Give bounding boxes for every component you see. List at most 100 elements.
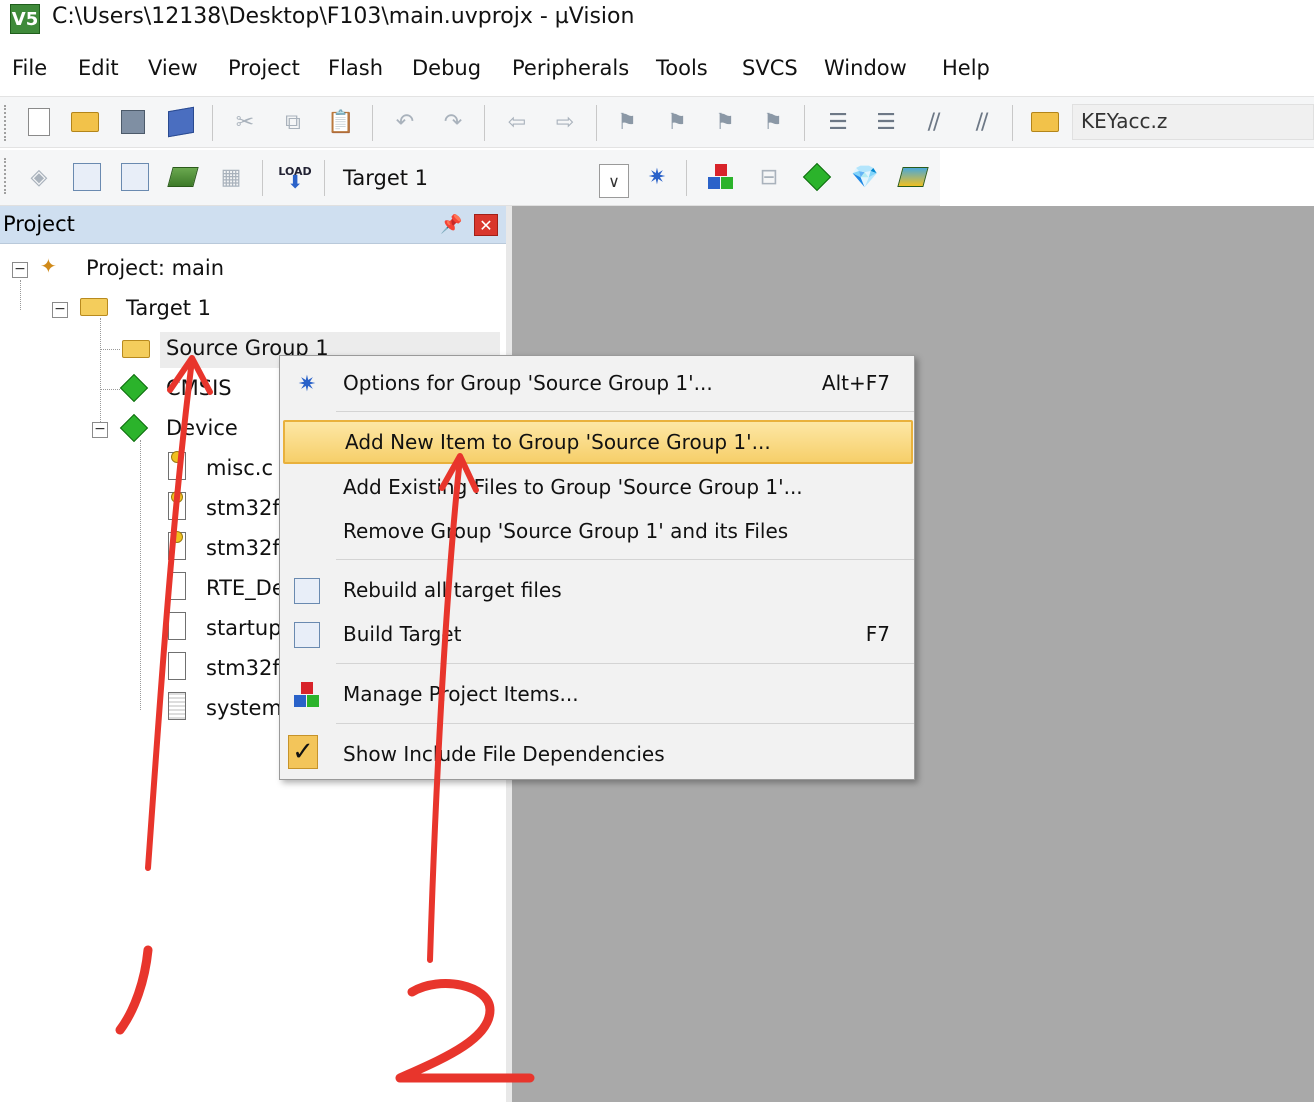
tree-node-file[interactable]: RTE_De <box>206 576 285 600</box>
menu-debug[interactable]: Debug <box>412 52 481 84</box>
batch-build-icon <box>167 167 199 187</box>
menu-window[interactable]: Window <box>824 52 907 84</box>
menu-project[interactable]: Project <box>228 52 300 84</box>
source-file-icon <box>168 491 186 520</box>
save-button[interactable] <box>116 105 150 139</box>
menu-item-shortcut: Alt+F7 <box>821 371 890 395</box>
menu-view[interactable]: View <box>148 52 198 84</box>
bookmark-toggle-button[interactable]: ⚑ <box>610 105 644 139</box>
save-all-button[interactable] <box>164 105 198 139</box>
menu-item-build-target[interactable]: Build Target F7 <box>280 615 914 655</box>
new-file-icon <box>28 108 50 136</box>
build-button[interactable] <box>70 160 104 194</box>
tree-collapse-toggle[interactable]: − <box>52 302 68 318</box>
rebuild-icon <box>121 163 149 191</box>
menu-help[interactable]: Help <box>942 52 990 84</box>
tree-node-device[interactable]: Device <box>166 416 238 440</box>
download-arrow-icon: ⬇ <box>287 172 303 193</box>
uncomment-button[interactable]: // <box>964 105 998 139</box>
menu-tools[interactable]: Tools <box>656 52 708 84</box>
tree-node-file[interactable]: system <box>206 696 282 720</box>
menu-item-add-existing-files[interactable]: Add Existing Files to Group 'Source Grou… <box>280 468 914 508</box>
toolbar-grip[interactable] <box>4 105 8 141</box>
indent-button[interactable]: ☰ <box>820 105 854 139</box>
rebuild-button[interactable] <box>118 160 152 194</box>
target-options-button[interactable]: ✷ <box>640 160 674 194</box>
bookmark-previous-button[interactable]: ⚑ <box>660 105 694 139</box>
stop-build-button[interactable]: ▦ <box>214 160 248 194</box>
tree-node-cmsis[interactable]: CMSIS <box>166 376 232 400</box>
comment-button[interactable]: // <box>916 105 950 139</box>
build-icon <box>73 163 101 191</box>
menu-flash[interactable]: Flash <box>328 52 383 84</box>
source-file-icon <box>168 531 186 560</box>
batch-build-button[interactable] <box>166 160 200 194</box>
tree-node-file[interactable]: stm32f <box>206 536 280 560</box>
asm-file-icon <box>168 612 186 640</box>
tree-node-file[interactable]: misc.c <box>206 456 273 480</box>
toolbar-separator <box>372 105 373 141</box>
copy-icon: ⧉ <box>285 109 301 135</box>
tree-node-file[interactable]: stm32f <box>206 496 280 520</box>
select-packs-button[interactable]: ⊟ <box>752 160 786 194</box>
find-in-files-button[interactable] <box>1028 105 1062 139</box>
menu-item-remove-group[interactable]: Remove Group 'Source Group 1' and its Fi… <box>280 512 914 552</box>
translate-icon: ◈ <box>30 164 48 190</box>
menu-edit[interactable]: Edit <box>78 52 119 84</box>
tree-node-target[interactable]: Target 1 <box>126 296 211 320</box>
target-select-dropdown[interactable]: ∨ <box>599 164 629 198</box>
toolbar-grip[interactable] <box>4 158 8 194</box>
tree-collapse-toggle[interactable]: − <box>92 422 108 438</box>
tree-node-file[interactable]: stm32f <box>206 656 280 680</box>
uncomment-icon: // <box>975 109 989 135</box>
pin-icon[interactable]: 📌 <box>440 214 462 235</box>
target-folder-icon <box>80 298 108 316</box>
copy-button[interactable]: ⧉ <box>276 105 310 139</box>
translate-button[interactable]: ◈ <box>22 160 56 194</box>
save-all-icon <box>168 106 194 138</box>
menu-item-options-for-group[interactable]: ✷ Options for Group 'Source Group 1'... … <box>280 364 914 404</box>
close-icon: ✕ <box>479 215 493 235</box>
source-file-icon <box>168 692 186 720</box>
find-combo-input[interactable]: KEYacc.z <box>1072 104 1314 140</box>
unindent-button[interactable]: ☰ <box>868 105 902 139</box>
cut-button[interactable]: ✂ <box>228 105 262 139</box>
toolbar-separator <box>596 105 597 141</box>
open-file-button[interactable] <box>68 105 102 139</box>
menu-item-add-new-item[interactable]: Add New Item to Group 'Source Group 1'..… <box>283 420 913 464</box>
bookmark-clear-button[interactable]: ⚑ <box>756 105 790 139</box>
redo-button[interactable]: ↷ <box>436 105 470 139</box>
navigate-back-button[interactable]: ⇦ <box>500 105 534 139</box>
paste-button[interactable]: 📋 <box>324 105 358 139</box>
tree-node-file[interactable]: startup <box>206 616 282 640</box>
stop-build-icon: ▦ <box>220 164 242 190</box>
target-select-value[interactable]: Target 1 <box>343 166 428 190</box>
tree-collapse-toggle[interactable]: − <box>12 262 28 278</box>
download-button[interactable]: LOAD ⬇ <box>278 160 312 194</box>
manage-project-items-button[interactable] <box>704 160 738 194</box>
close-pane-button[interactable]: ✕ <box>474 214 498 236</box>
manage-rte-button[interactable] <box>800 160 834 194</box>
menu-item-show-include-deps[interactable]: ✓ Show Include File Dependencies <box>280 735 914 775</box>
menu-item-rebuild-all[interactable]: Rebuild all target files <box>280 571 914 611</box>
undo-button[interactable]: ↶ <box>388 105 422 139</box>
bookmark-next-button[interactable]: ⚑ <box>708 105 742 139</box>
update-components-button[interactable] <box>896 160 930 194</box>
menu-svcs[interactable]: SVCS <box>742 52 798 84</box>
menu-item-manage-project-items[interactable]: Manage Project Items... <box>280 675 914 715</box>
navigate-forward-button[interactable]: ⇨ <box>548 105 582 139</box>
tree-node-project[interactable]: Project: main <box>86 256 224 280</box>
header-file-icon <box>168 652 186 680</box>
title-bar: V5 C:\Users\12138\Desktop\F103\main.uvpr… <box>0 0 1314 40</box>
save-icon <box>121 110 145 134</box>
menu-file[interactable]: File <box>12 52 47 84</box>
build-toolbar: ◈ ▦ LOAD ⬇ ✷ ⊟ 💎 <box>0 150 940 206</box>
pack-installer-button[interactable]: 💎 <box>848 160 882 194</box>
menu-separator <box>336 663 914 664</box>
new-file-button[interactable] <box>22 105 56 139</box>
menu-item-label: Build Target <box>343 622 462 646</box>
menu-peripherals[interactable]: Peripherals <box>512 52 629 84</box>
rebuild-icon <box>292 576 322 606</box>
group-folder-icon <box>122 340 150 358</box>
bookmark-clear-icon: ⚑ <box>763 109 783 135</box>
